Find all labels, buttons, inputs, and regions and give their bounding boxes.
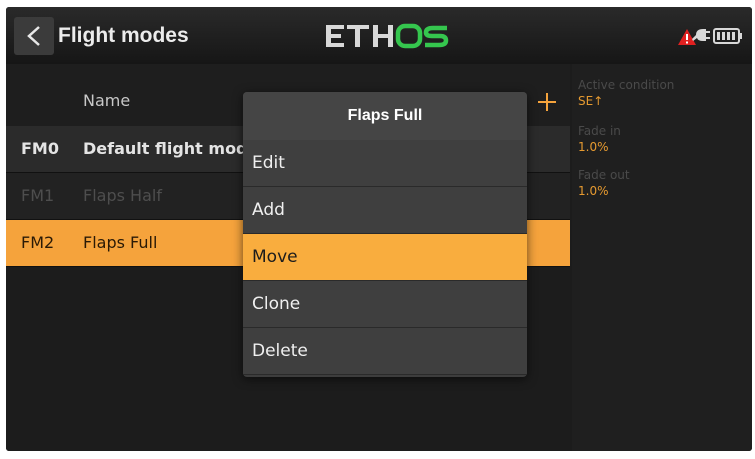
- menu-item-clone[interactable]: Clone: [243, 281, 527, 328]
- plug-icon: [692, 29, 710, 41]
- back-button[interactable]: [14, 17, 54, 55]
- row-name: Flaps Full: [83, 233, 158, 252]
- header-bar: Flight modes: [6, 7, 752, 64]
- column-name-header: Name: [83, 91, 131, 110]
- radio-screen: Flight modes Name FM0 Default flight mod…: [6, 7, 752, 451]
- row-index: FM1: [21, 186, 55, 205]
- page-title: Flight modes: [58, 24, 189, 47]
- context-menu: Flaps Full Edit Add Move Clone Delete: [243, 92, 527, 377]
- info-panel: Active condition SE↑ Fade in 1.0% Fade o…: [572, 64, 752, 451]
- row-index: FM0: [21, 139, 59, 158]
- fade-in-value: 1.0%: [578, 140, 609, 154]
- active-condition-value: SE↑: [578, 94, 604, 108]
- ethos-logo: [326, 23, 449, 49]
- menu-item-add[interactable]: Add: [243, 187, 527, 234]
- active-condition-label: Active condition: [578, 78, 675, 92]
- fade-out-value: 1.0%: [578, 184, 609, 198]
- row-name: Default flight mode: [83, 139, 259, 158]
- row-index: FM2: [21, 233, 55, 252]
- menu-item-edit[interactable]: Edit: [243, 140, 527, 187]
- fade-in-label: Fade in: [578, 124, 621, 138]
- menu-title: Flaps Full: [243, 92, 527, 141]
- menu-item-delete[interactable]: Delete: [243, 328, 527, 375]
- fade-out-label: Fade out: [578, 168, 630, 182]
- menu-item-move[interactable]: Move: [243, 234, 527, 281]
- battery-icon: [713, 28, 742, 44]
- row-name: Flaps Half: [83, 186, 162, 205]
- chevron-left-icon: [27, 26, 40, 46]
- add-icon[interactable]: [534, 89, 560, 115]
